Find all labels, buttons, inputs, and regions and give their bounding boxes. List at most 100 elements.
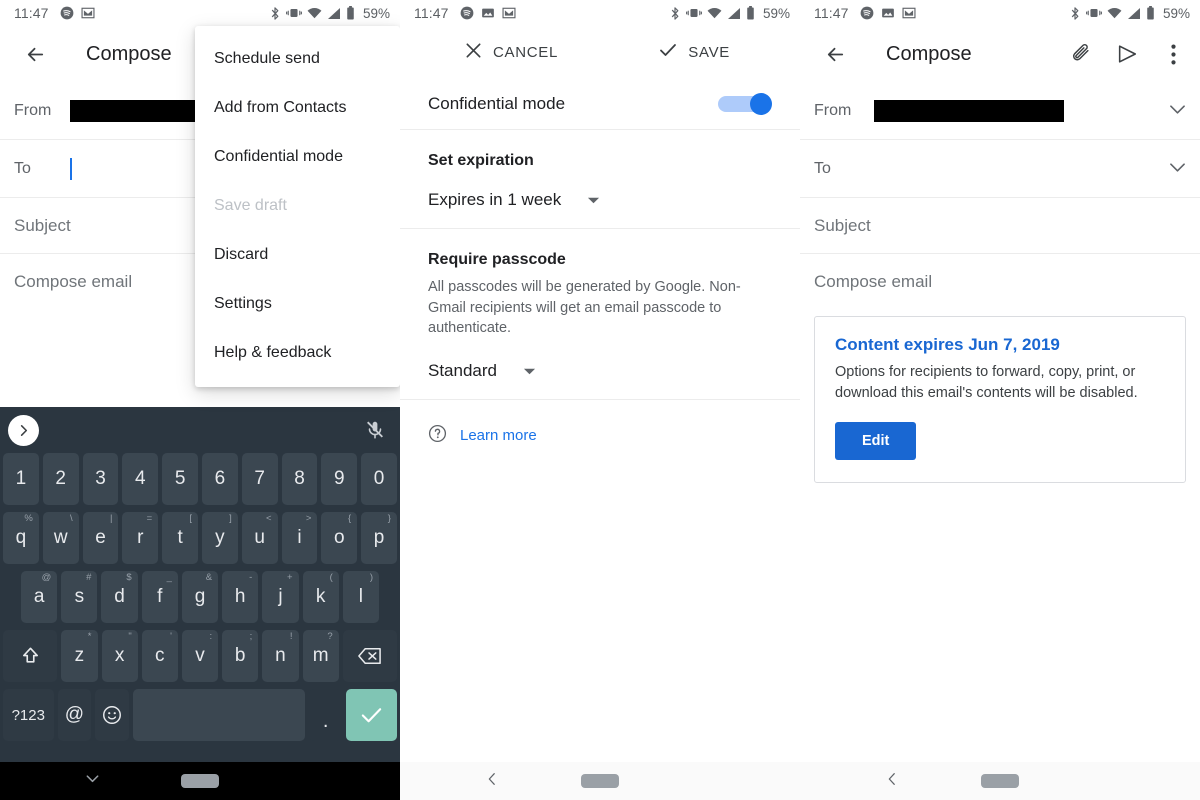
key-t[interactable]: [t	[162, 512, 198, 564]
menu-item-save-draft: Save draft	[214, 196, 287, 214]
key-k[interactable]: (k	[302, 571, 339, 623]
key-0[interactable]: 0	[361, 453, 397, 505]
home-pill[interactable]	[181, 774, 219, 788]
from-expand-chevron-icon[interactable]	[1169, 102, 1186, 120]
more-vert-icon[interactable]	[1152, 33, 1194, 75]
key-4[interactable]: 4	[122, 453, 159, 505]
from-field-3[interactable]: From	[800, 82, 1200, 140]
toggle-thumb	[750, 92, 772, 115]
key-m[interactable]: ? m	[302, 630, 339, 682]
keyboard-row-bottom: ?123 @ .	[0, 689, 400, 748]
to-label: To	[14, 159, 31, 177]
send-icon[interactable]	[1106, 33, 1148, 75]
key-g[interactable]: & g	[181, 571, 219, 623]
key-j[interactable]: + j	[262, 571, 299, 623]
space-key[interactable]	[132, 689, 305, 741]
key-z[interactable]: * z	[61, 630, 98, 682]
save-button[interactable]: SAVE	[658, 40, 730, 64]
learn-more-label: Learn more	[460, 426, 537, 444]
menu-item-help-feedback[interactable]: Help & feedback	[195, 328, 400, 377]
key-x[interactable]: " x	[101, 630, 138, 682]
keyboard-down-icon[interactable]	[84, 770, 101, 792]
expiry-description: Options for recipients to forward, copy,…	[835, 364, 1138, 401]
menu-item-discard[interactable]: Discard	[195, 230, 400, 279]
to-field-3[interactable]: To	[800, 140, 1200, 198]
key-2[interactable]: 2	[42, 453, 79, 505]
confidential-mode-row[interactable]: Confidential mode	[400, 78, 800, 130]
attach-icon[interactable]	[1060, 33, 1102, 75]
keyboard-number-row: 1 2 3 4 5 6 7 8 9 0	[0, 453, 400, 512]
backspace-key-icon[interactable]	[342, 630, 398, 682]
key-3[interactable]: 3	[82, 453, 119, 505]
expiration-select[interactable]: Expires in 1 week	[428, 190, 772, 210]
enter-key-icon[interactable]	[346, 689, 397, 741]
back-chevron-icon[interactable]	[484, 771, 500, 792]
confidential-mode-toggle[interactable]	[718, 92, 772, 115]
learn-more-link[interactable]: Learn more	[400, 400, 800, 471]
period-key[interactable]: .	[308, 689, 343, 741]
help-circle-icon	[428, 424, 447, 447]
system-navbar-2	[400, 762, 800, 800]
key-6[interactable]: 6	[202, 453, 238, 505]
key-l[interactable]: ) l	[342, 571, 379, 623]
edit-button[interactable]: Edit	[835, 421, 917, 460]
cell-signal-icon	[327, 7, 341, 20]
key-c[interactable]: ' c	[141, 630, 178, 682]
key-a[interactable]: @ a	[21, 571, 58, 623]
key-1[interactable]: 1	[3, 453, 39, 505]
cancel-button[interactable]: CANCEL	[464, 41, 558, 64]
subject-field-3[interactable]: Subject	[800, 198, 1200, 254]
panel-compose-menu: 11:47 59% Compose From To Subject Compos…	[0, 0, 400, 800]
spotify-icon	[60, 6, 74, 20]
to-expand-chevron-icon[interactable]	[1169, 160, 1186, 178]
key-h[interactable]: -h	[222, 571, 259, 623]
key-s[interactable]: # s	[61, 571, 98, 623]
menu-item-add-from-contacts[interactable]: Add from Contacts	[195, 83, 400, 132]
status-time-2: 11:47	[414, 5, 449, 21]
body-field-3[interactable]: Compose email	[800, 254, 1200, 292]
key-f[interactable]: _ f	[141, 571, 178, 623]
key-w[interactable]: \ w	[42, 512, 79, 564]
at-key[interactable]: @	[57, 689, 92, 741]
key-n[interactable]: ! n	[262, 630, 299, 682]
back-arrow-icon[interactable]	[814, 33, 856, 75]
chevron-down-icon	[523, 361, 536, 381]
key-y[interactable]: ] y	[202, 512, 238, 564]
status-time: 11:47	[14, 5, 49, 21]
key-e[interactable]: | e	[82, 512, 119, 564]
passcode-select[interactable]: Standard	[428, 361, 772, 381]
status-right-icons-2: 59%	[669, 6, 790, 21]
key-u[interactable]: < u	[241, 512, 278, 564]
key-b[interactable]: ; b	[222, 630, 259, 682]
key-d[interactable]: $ d	[101, 571, 138, 623]
onscreen-keyboard: 1 2 3 4 5 6 7 8 9 0 % q \ w | e = r [t ] y < u…	[0, 407, 400, 762]
key-q[interactable]: % q	[3, 512, 39, 564]
menu-item-confidential-mode[interactable]: Confidential mode	[195, 132, 400, 181]
key-i[interactable]: > i	[281, 512, 318, 564]
back-arrow-icon[interactable]	[14, 33, 56, 75]
symbols-key[interactable]: ?123	[3, 689, 54, 741]
expand-toolbar-icon[interactable]	[8, 415, 39, 446]
expiration-selected-value: Expires in 1 week	[428, 190, 562, 209]
vibrate-icon	[686, 6, 702, 20]
emoji-key-icon[interactable]	[95, 689, 129, 741]
home-pill[interactable]	[981, 774, 1019, 788]
shift-key-icon[interactable]	[3, 630, 58, 682]
key-7[interactable]: 7	[241, 453, 278, 505]
check-icon	[658, 40, 678, 64]
key-5[interactable]: 5	[162, 453, 198, 505]
key-p[interactable]: } p	[361, 512, 397, 564]
confidential-appbar: CANCEL SAVE	[400, 26, 800, 78]
require-passcode-section: Require passcode All passcodes will be g…	[400, 229, 800, 400]
menu-item-schedule-send[interactable]: Schedule send	[195, 34, 400, 83]
key-9[interactable]: 9	[321, 453, 358, 505]
back-chevron-icon[interactable]	[884, 771, 900, 792]
mic-muted-icon[interactable]	[364, 419, 386, 446]
key-v[interactable]: :v	[181, 630, 219, 682]
key-8[interactable]: 8	[281, 453, 318, 505]
key-o[interactable]: {o	[321, 512, 358, 564]
home-pill[interactable]	[581, 774, 619, 788]
expiry-title: Content expires Jun 7, 2019	[835, 335, 1060, 354]
key-r[interactable]: = r	[122, 512, 159, 564]
menu-item-settings[interactable]: Settings	[195, 279, 400, 328]
